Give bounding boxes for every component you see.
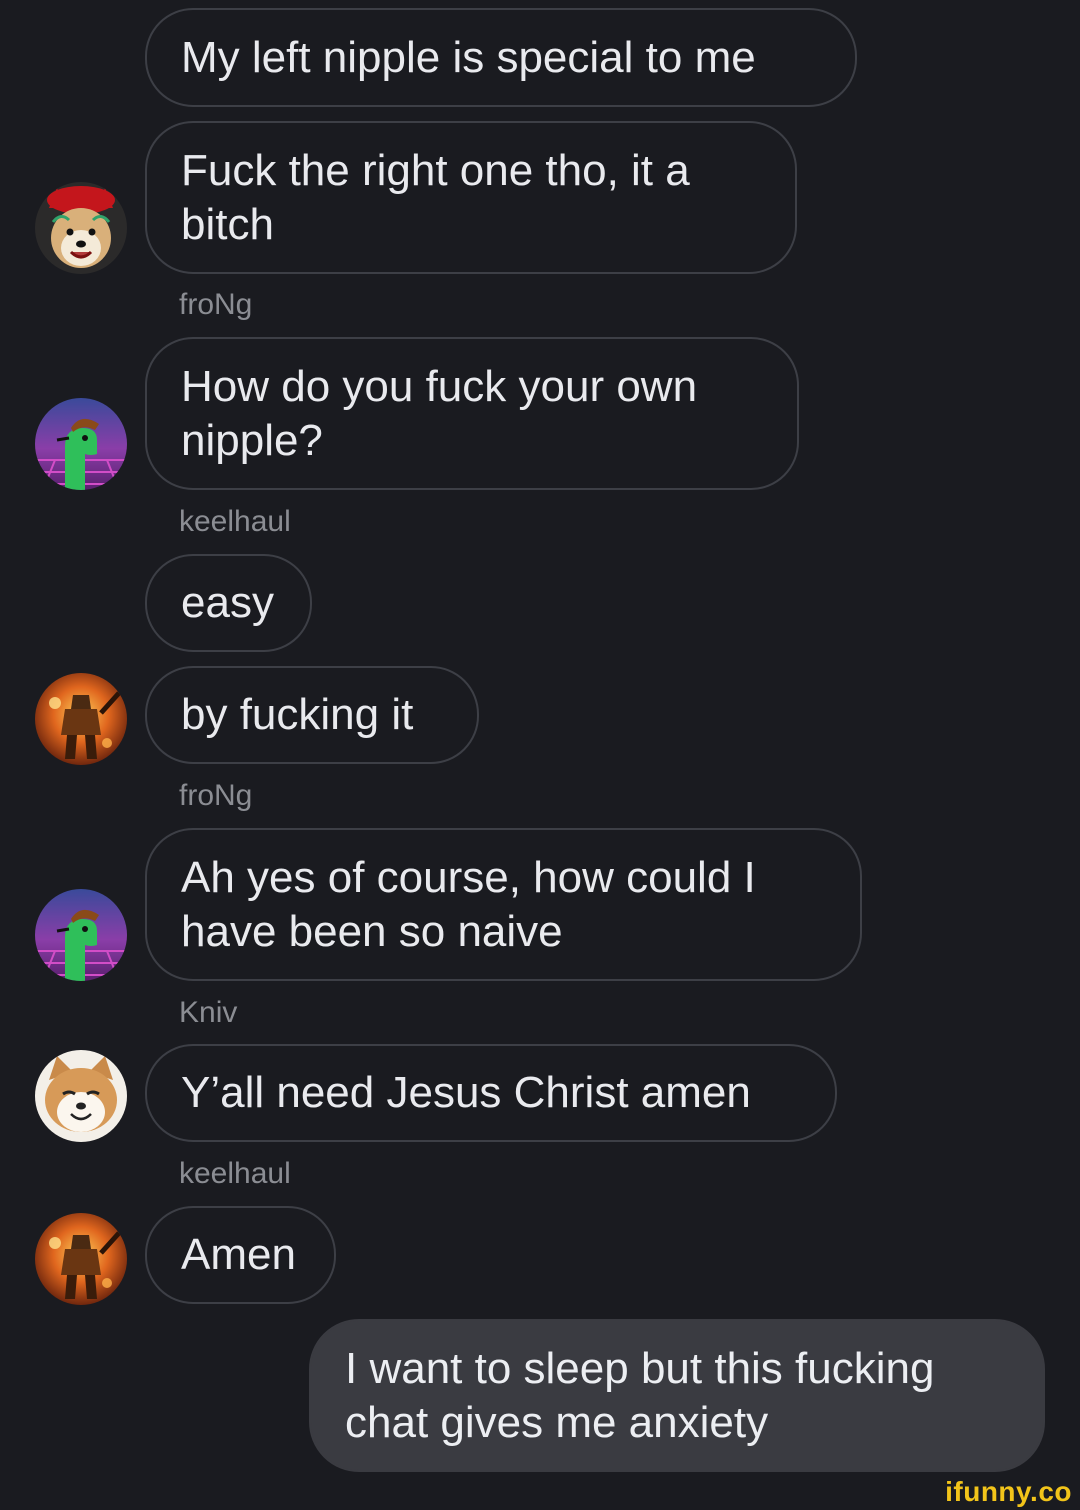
message-text: Y’all need Jesus Christ amen (181, 1068, 751, 1117)
fiery-knight-icon (35, 1213, 127, 1305)
green-dino-avatar[interactable] (35, 398, 127, 490)
sender-name: Kniv (179, 996, 238, 1029)
smiling-shiba-icon (35, 1050, 127, 1142)
fiery-knight-icon (35, 673, 127, 765)
message-text: by fucking it (181, 690, 414, 739)
message-text: How do you fuck your own nipple? (181, 361, 698, 465)
message-bubble[interactable]: Fuck the right one tho, it a bitch (145, 121, 797, 274)
sender-name: froNg (179, 779, 253, 812)
message-text: Ah yes of course, how could I have been … (181, 852, 756, 956)
message-bubble[interactable]: Y’all need Jesus Christ amen (145, 1044, 837, 1142)
shiba-devil-icon (35, 182, 127, 274)
message-bubble[interactable]: Ah yes of course, how could I have been … (145, 828, 862, 981)
fiery-knight-avatar[interactable] (35, 1213, 127, 1305)
smiling-shiba-avatar[interactable] (35, 1050, 127, 1142)
message-bubble[interactable]: easy (145, 554, 312, 652)
message-text: Fuck the right one tho, it a bitch (181, 145, 690, 249)
message-text: Amen (181, 1230, 296, 1279)
sender-name: keelhaul (179, 505, 291, 538)
message-text: I want to sleep but this fucking chat gi… (345, 1343, 935, 1447)
green-dino-icon (35, 398, 127, 490)
ifunny-watermark: ifunny.co (945, 1476, 1072, 1507)
message-bubble[interactable]: Amen (145, 1206, 336, 1304)
message-bubble[interactable]: by fucking it (145, 666, 479, 764)
own-message-bubble[interactable]: I want to sleep but this fucking chat gi… (309, 1319, 1045, 1472)
green-dino-icon (35, 889, 127, 981)
message-bubble[interactable]: My left nipple is special to me (145, 8, 857, 107)
message-text: easy (181, 578, 274, 627)
sender-name: froNg (179, 288, 253, 321)
green-dino-avatar[interactable] (35, 889, 127, 981)
message-text: My left nipple is special to me (181, 32, 756, 82)
message-bubble[interactable]: How do you fuck your own nipple? (145, 337, 799, 490)
shiba-devil-avatar[interactable] (35, 182, 127, 274)
sender-name: keelhaul (179, 1157, 291, 1190)
fiery-knight-avatar[interactable] (35, 673, 127, 765)
